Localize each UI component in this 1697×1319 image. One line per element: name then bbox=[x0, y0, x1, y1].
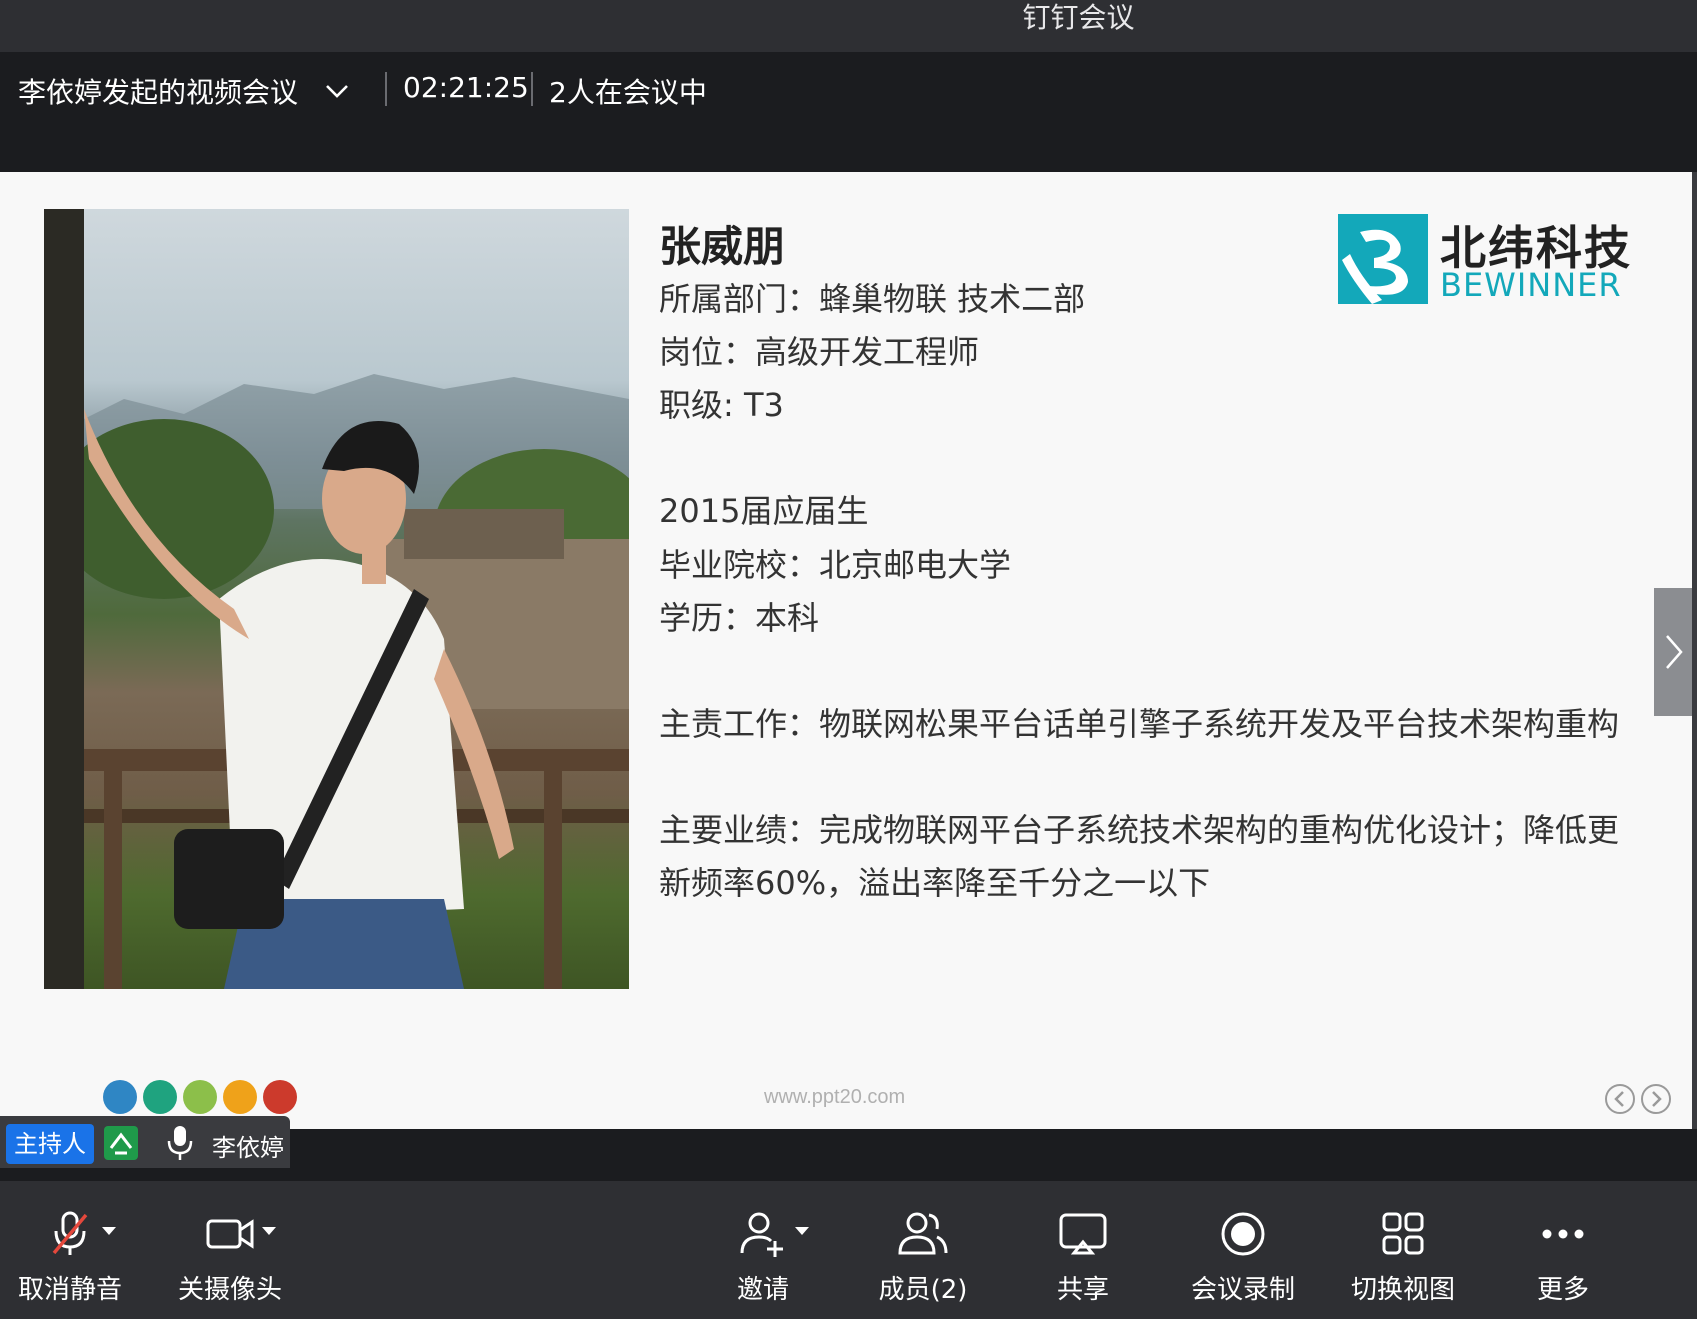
logo-text-en: BEWINNER bbox=[1440, 266, 1622, 304]
profile-level: 职级: T3 bbox=[659, 386, 784, 424]
chevron-down-icon[interactable] bbox=[324, 78, 350, 104]
color-dot bbox=[143, 1080, 177, 1114]
chevron-right-icon bbox=[1666, 635, 1683, 669]
more-button[interactable]: 更多 bbox=[1503, 1181, 1623, 1319]
profile-photo bbox=[44, 209, 629, 989]
microphone-icon bbox=[167, 1126, 193, 1160]
slide-watermark: www.ppt20.com bbox=[764, 1086, 906, 1108]
profile-achievement-cont: 新频率60%，溢出率降至千分之一以下 bbox=[659, 864, 1211, 902]
chevron-left-icon bbox=[1614, 1091, 1624, 1107]
members-label: 成员(2) bbox=[878, 1275, 968, 1305]
host-badge: 主持人 bbox=[6, 1124, 94, 1164]
color-dot bbox=[223, 1080, 257, 1114]
profile-school: 毕业院校：北京邮电大学 bbox=[659, 546, 1012, 584]
record-icon bbox=[1221, 1212, 1265, 1256]
speaker-label: 主持人 李依婷 bbox=[0, 1116, 290, 1168]
camera-off-label: 关摄像头 bbox=[177, 1275, 282, 1305]
chevron-right-icon bbox=[1652, 1091, 1662, 1107]
profile-department: 所属部门：蜂巢物联 技术二部 bbox=[659, 280, 1086, 318]
profile-education: 学历：本科 bbox=[659, 599, 820, 637]
invite-label: 邀请 bbox=[736, 1275, 789, 1305]
bewinner-logo-icon bbox=[1338, 214, 1428, 304]
company-logo: 北纬科技 BEWINNER bbox=[1338, 210, 1630, 306]
switch-view-button[interactable]: 切换视图 bbox=[1343, 1181, 1463, 1319]
profile-position: 岗位：高级开发工程师 bbox=[659, 333, 980, 371]
share-screen-button[interactable]: 共享 bbox=[1023, 1181, 1143, 1319]
unmute-label: 取消静音 bbox=[17, 1275, 122, 1305]
mic-muted-icon bbox=[52, 1211, 88, 1255]
members-icon bbox=[898, 1212, 948, 1255]
meeting-info-bar: 李依婷发起的视频会议 02:21:25 2人在会议中 bbox=[0, 52, 1697, 172]
shared-screen: 张威朋 所属部门：蜂巢物联 技术二部 岗位：高级开发工程师 职级: T3 201… bbox=[0, 172, 1692, 1129]
next-page-button[interactable] bbox=[1654, 588, 1692, 716]
switch-view-label: 切换视图 bbox=[1350, 1275, 1455, 1305]
color-dot bbox=[103, 1080, 137, 1114]
meeting-toolbar: 取消静音 关摄像头 邀请 成员(2) 共享 会议录制 切换视图 更多 bbox=[0, 1181, 1697, 1319]
divider bbox=[531, 72, 533, 106]
speaker-name: 李依婷 bbox=[212, 1134, 284, 1162]
color-dot bbox=[183, 1080, 217, 1114]
video-camera-icon bbox=[206, 1219, 254, 1249]
share-label: 共享 bbox=[1056, 1275, 1109, 1305]
profile-responsibility: 主责工作：物联网松果平台话单引擎子系统开发及平台技术架构重构 bbox=[659, 705, 1620, 743]
unmute-button[interactable]: 取消静音 bbox=[10, 1181, 130, 1319]
screen-share-icon bbox=[104, 1126, 138, 1160]
caret-down-icon[interactable] bbox=[795, 1227, 809, 1235]
record-button[interactable]: 会议录制 bbox=[1183, 1181, 1303, 1319]
participant-count[interactable]: 2人在会议中 bbox=[549, 71, 707, 111]
meeting-timer: 02:21:25 bbox=[403, 71, 529, 104]
divider bbox=[385, 72, 387, 106]
more-dots-icon bbox=[1542, 1229, 1584, 1239]
screen-share-icon bbox=[1059, 1213, 1107, 1255]
meeting-title[interactable]: 李依婷发起的视频会议 bbox=[18, 71, 298, 111]
profile-name: 张威朋 bbox=[659, 222, 786, 271]
grid-view-icon bbox=[1382, 1212, 1424, 1255]
window-title: 钉钉会议 bbox=[1022, 1, 1135, 34]
camera-off-button[interactable]: 关摄像头 bbox=[170, 1181, 290, 1319]
more-label: 更多 bbox=[1536, 1275, 1589, 1305]
caret-down-icon[interactable] bbox=[262, 1227, 276, 1235]
scrollbar[interactable] bbox=[1692, 172, 1697, 1129]
record-label: 会议录制 bbox=[1190, 1275, 1295, 1305]
slide-prev-button[interactable] bbox=[1605, 1084, 1635, 1114]
invite-button[interactable]: 邀请 bbox=[703, 1181, 823, 1319]
profile-achievement: 主要业绩：完成物联网平台子系统技术架构的重构优化设计；降低更 bbox=[659, 811, 1620, 849]
color-dot bbox=[263, 1080, 297, 1114]
add-user-icon bbox=[740, 1212, 783, 1257]
slide-next-button[interactable] bbox=[1641, 1084, 1671, 1114]
members-button[interactable]: 成员(2) bbox=[863, 1181, 983, 1319]
profile-graduation-year: 2015届应届生 bbox=[659, 492, 869, 530]
window-titlebar: 钉钉会议 bbox=[0, 0, 1697, 52]
caret-down-icon[interactable] bbox=[102, 1227, 116, 1235]
